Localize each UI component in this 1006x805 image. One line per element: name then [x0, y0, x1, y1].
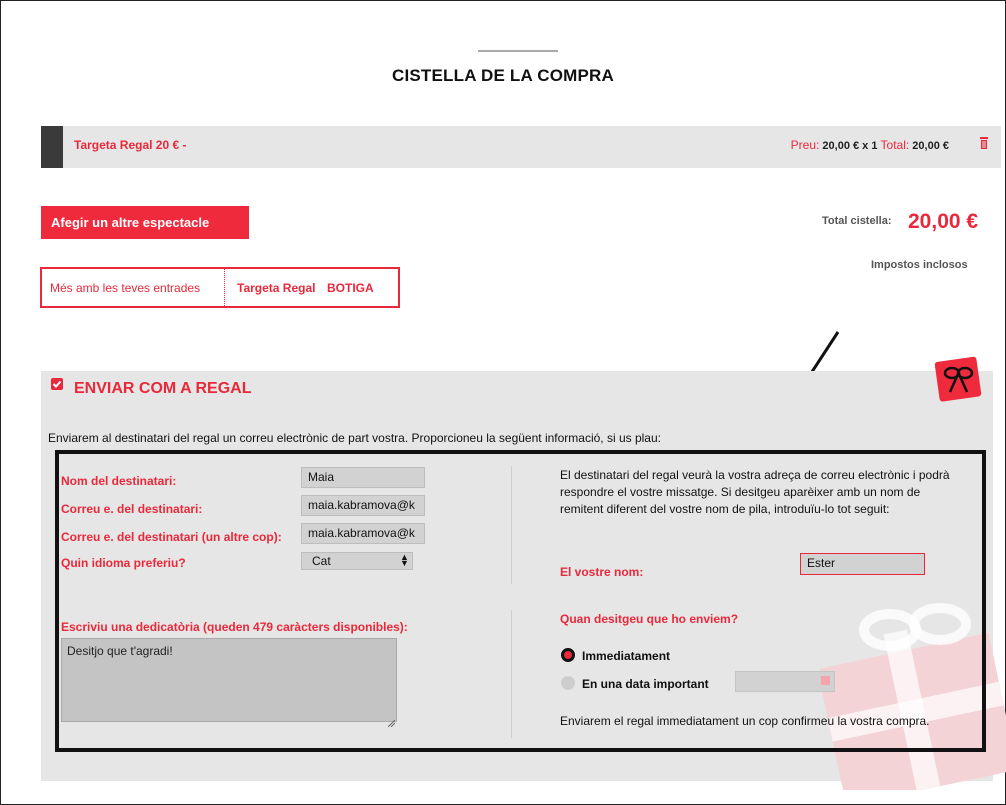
- page-title: CISTELLA DE LA COMPRA: [391, 66, 615, 85]
- option-date-label[interactable]: En una data important: [582, 677, 709, 691]
- radio-immediately[interactable]: [561, 648, 575, 662]
- recipient-name-label: Nom del destinatari:: [61, 474, 177, 488]
- send-as-gift-checkbox[interactable]: [51, 378, 63, 390]
- tab-more-with-tickets[interactable]: Més amb les teves entrades: [50, 281, 200, 295]
- language-select[interactable]: Cat: [301, 552, 413, 570]
- when-label: Quan desitgeu que ho enviem?: [560, 612, 739, 626]
- cart-total-value: 20,00 €: [908, 210, 979, 233]
- tab-separator: [224, 269, 225, 306]
- cart-item-row: Targeta Regal 20 € - Preu: 20,00 € x 1 T…: [41, 126, 1001, 168]
- sender-name-input[interactable]: Ester: [800, 553, 925, 575]
- cart-item-price: Preu: 20,00 € x 1 Total: 20,00 €: [791, 138, 949, 152]
- tab-shop[interactable]: BOTIGA: [327, 281, 374, 295]
- cart-total-label: Total cistella:: [822, 215, 892, 227]
- sender-info-text: El destinatari del regal veurà la vostra…: [560, 468, 950, 516]
- tab-gift-card[interactable]: Targeta Regal: [237, 281, 315, 295]
- price-label: Preu:: [790, 138, 820, 152]
- send-info-text: Enviarem el regal immediatament un cop c…: [560, 714, 930, 728]
- recipient-email-confirm-input[interactable]: maia.kabramova@k: [301, 523, 425, 544]
- dedication-textarea[interactable]: Desitjo que t'agradi!: [61, 638, 397, 722]
- select-arrows-icon: ▲ ▼: [400, 552, 409, 568]
- title-divider: [478, 50, 558, 52]
- date-input[interactable]: [735, 671, 835, 692]
- tax-note: Impostos inclosos: [871, 259, 968, 271]
- language-select-value: Cat: [312, 554, 331, 568]
- recipient-email-input[interactable]: maia.kabramova@k: [301, 495, 425, 516]
- column-divider: [511, 466, 512, 584]
- trash-icon[interactable]: [979, 137, 989, 149]
- gift-heading: ENVIAR COM A REGAL: [74, 380, 252, 397]
- language-label: Quin idioma preferiu?: [61, 556, 186, 570]
- item-thumbnail: [41, 126, 63, 168]
- recipient-email-confirm-label: Correu e. del destinatari (un altre cop)…: [61, 530, 282, 544]
- price-value: 20,00 € x 1: [822, 140, 878, 152]
- related-tabs: Més amb les teves entrades Targeta Regal…: [40, 267, 400, 308]
- cart-item-name[interactable]: Targeta Regal 20 € -: [74, 138, 187, 152]
- total-label: Total:: [880, 138, 910, 152]
- column-divider-lower: [511, 610, 512, 738]
- recipient-name-input[interactable]: Maia: [301, 467, 425, 488]
- recipient-email-label: Correu e. del destinatari:: [61, 502, 203, 516]
- dedication-label: Escriviu una dedicatòria (queden 479 car…: [61, 620, 408, 634]
- option-immediately-label[interactable]: Immediatament: [582, 649, 670, 663]
- resize-handle-icon[interactable]: [387, 714, 396, 728]
- gift-icon: [934, 356, 982, 402]
- gift-intro-text: Enviarem al destinatari del regal un cor…: [48, 431, 661, 445]
- radio-important-date[interactable]: [561, 676, 575, 690]
- total-value: 20,00 €: [912, 140, 949, 152]
- calendar-icon[interactable]: [821, 676, 830, 685]
- sender-name-label: El vostre nom:: [560, 565, 644, 579]
- add-show-button[interactable]: Afegir un altre espectacle: [41, 206, 249, 239]
